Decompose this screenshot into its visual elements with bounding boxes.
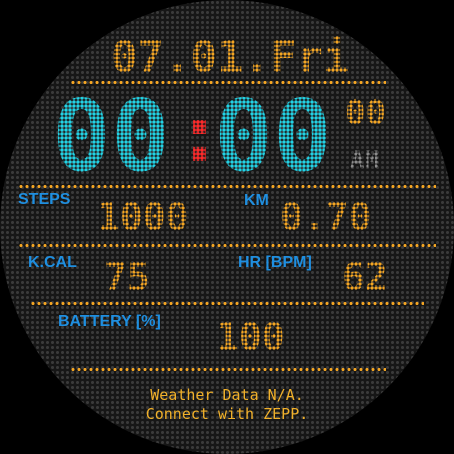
ampm-indicator: AM: [350, 146, 379, 174]
hr-label: HR [BPM]: [238, 254, 312, 271]
time-divider: [18, 185, 436, 188]
hr-value: 62: [342, 255, 388, 299]
kcal-label: K.CAL: [28, 254, 77, 271]
kcal-value: 75: [104, 255, 150, 299]
weather-info-line2: Connect with ZEPP.: [145, 405, 309, 423]
steps-value: 1000: [97, 195, 189, 239]
seconds-display: 00: [345, 93, 386, 133]
battery-value: 100: [216, 315, 285, 359]
minutes-display: 00: [214, 80, 333, 194]
middle-divider: [18, 244, 436, 247]
km-label: KM: [244, 192, 269, 209]
bottom-divider: [70, 368, 386, 371]
hours-display: 00: [52, 80, 171, 194]
battery-label: BATTERY [%]: [58, 313, 161, 330]
date-display: 07.01.Fri: [111, 32, 350, 83]
steps-label: STEPS: [18, 191, 71, 208]
lower-divider: [30, 302, 424, 305]
weather-info-line1: Weather Data N/A.: [150, 386, 304, 404]
watch-face: 07.01.Fri 00 : 00 00 AM STEPS 1000 KM 0.…: [0, 0, 454, 454]
km-value: 0.70: [280, 195, 372, 239]
